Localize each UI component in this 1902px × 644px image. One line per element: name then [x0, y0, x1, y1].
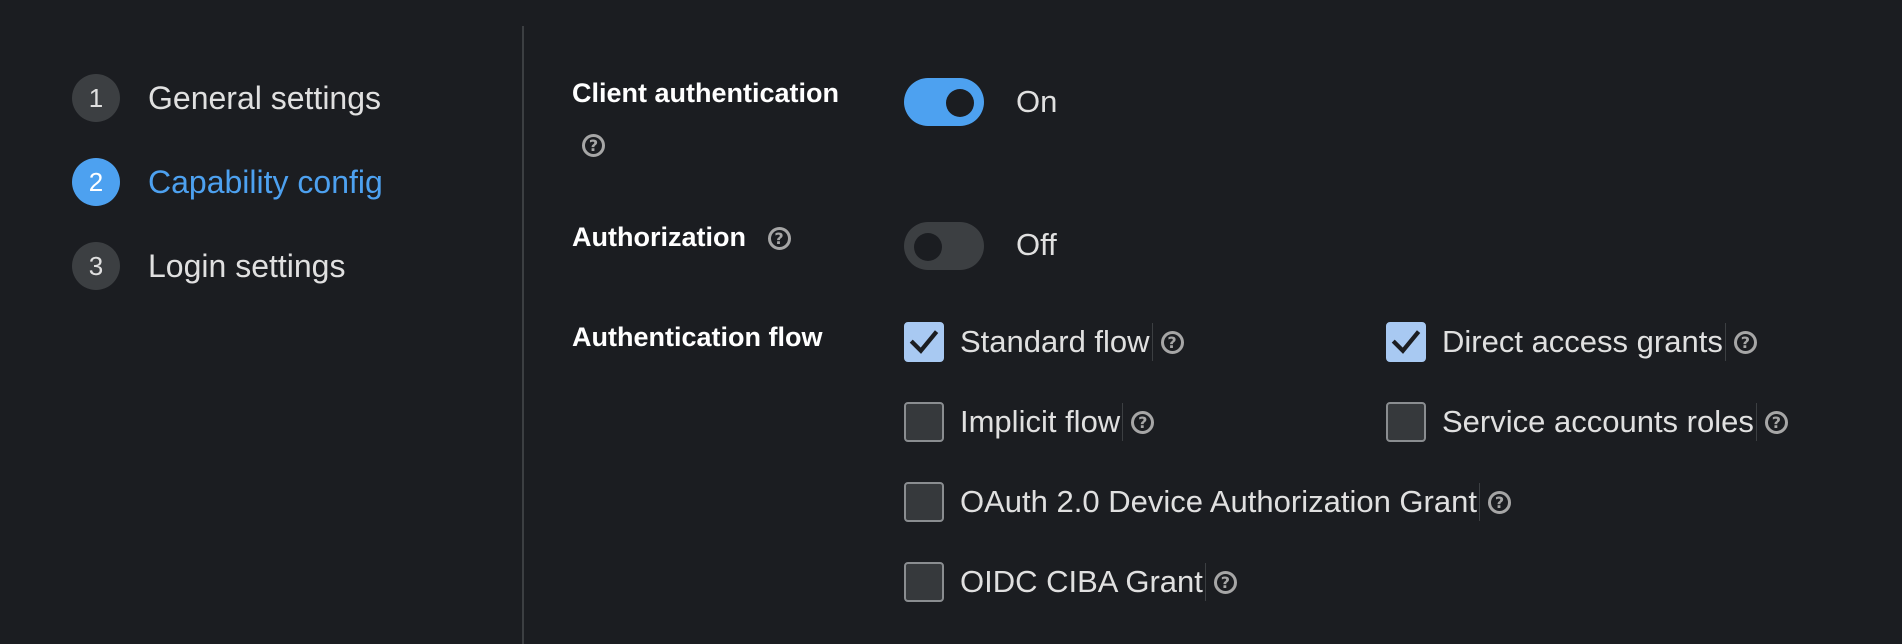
- question-circle-icon[interactable]: ?: [1733, 330, 1757, 354]
- standard-flow-checkbox[interactable]: [904, 322, 944, 362]
- service-accounts-roles-option: Service accounts roles ?: [1386, 402, 1788, 442]
- question-circle-icon[interactable]: ?: [582, 134, 605, 157]
- toggle-knob: [946, 89, 974, 117]
- standard-flow-option: Standard flow ?: [904, 322, 1184, 362]
- question-circle-icon[interactable]: ?: [767, 227, 791, 251]
- direct-access-grants-label[interactable]: Direct access grants: [1442, 324, 1723, 360]
- vertical-divider: [522, 26, 524, 644]
- service-accounts-roles-checkbox[interactable]: [1386, 402, 1426, 442]
- client-authentication-label: Client authentication: [572, 78, 840, 108]
- divider: [1122, 403, 1124, 441]
- client-authentication-toggle[interactable]: [904, 78, 984, 126]
- step-label: Capability config: [148, 163, 383, 200]
- implicit-flow-label[interactable]: Implicit flow: [960, 404, 1120, 440]
- authentication-flow-label: Authentication flow: [572, 322, 823, 352]
- divider: [1151, 323, 1153, 361]
- step-number: 3: [72, 242, 120, 290]
- oauth-device-authorization-grant-option: OAuth 2.0 Device Authorization Grant ?: [904, 482, 1511, 522]
- implicit-flow-checkbox[interactable]: [904, 402, 944, 442]
- divider: [1204, 563, 1206, 601]
- oidc-ciba-grant-checkbox[interactable]: [904, 562, 944, 602]
- divider: [1724, 323, 1726, 361]
- divider: [1478, 483, 1480, 521]
- oauth-device-authorization-grant-checkbox[interactable]: [904, 482, 944, 522]
- question-circle-icon[interactable]: ?: [1764, 410, 1788, 434]
- service-accounts-roles-label[interactable]: Service accounts roles: [1442, 404, 1754, 440]
- toggle-knob: [914, 233, 942, 261]
- wizard-step-general-settings[interactable]: 1 General settings: [72, 74, 383, 122]
- oauth-device-authorization-grant-label[interactable]: OAuth 2.0 Device Authorization Grant: [960, 484, 1477, 520]
- wizard-step-login-settings[interactable]: 3 Login settings: [72, 242, 383, 290]
- authorization-label-text: Authorization: [572, 222, 746, 252]
- oidc-ciba-grant-option: OIDC CIBA Grant ?: [904, 562, 1237, 602]
- authorization-state: Off: [1016, 227, 1057, 262]
- checkmark-icon: [909, 330, 939, 354]
- step-number: 2: [72, 158, 120, 206]
- authorization-label: Authorization ?: [572, 222, 791, 253]
- question-circle-icon[interactable]: ?: [1131, 410, 1155, 434]
- implicit-flow-option: Implicit flow ?: [904, 402, 1155, 442]
- checkmark-icon: [1391, 330, 1421, 354]
- divider: [1755, 403, 1757, 441]
- wizard-step-capability-config[interactable]: 2 Capability config: [72, 158, 383, 206]
- wizard-nav: 1 General settings 2 Capability config 3…: [72, 74, 383, 326]
- direct-access-grants-option: Direct access grants ?: [1386, 322, 1757, 362]
- question-circle-icon[interactable]: ?: [1487, 490, 1511, 514]
- step-label: Login settings: [148, 247, 346, 284]
- step-label: General settings: [148, 79, 382, 116]
- question-circle-icon[interactable]: ?: [1213, 570, 1237, 594]
- step-number: 1: [72, 74, 120, 122]
- client-authentication-state: On: [1016, 84, 1058, 119]
- standard-flow-label[interactable]: Standard flow: [960, 324, 1150, 360]
- authorization-toggle[interactable]: [904, 222, 984, 270]
- direct-access-grants-checkbox[interactable]: [1386, 322, 1426, 362]
- oidc-ciba-grant-label[interactable]: OIDC CIBA Grant: [960, 564, 1203, 600]
- question-circle-icon[interactable]: ?: [1160, 330, 1184, 354]
